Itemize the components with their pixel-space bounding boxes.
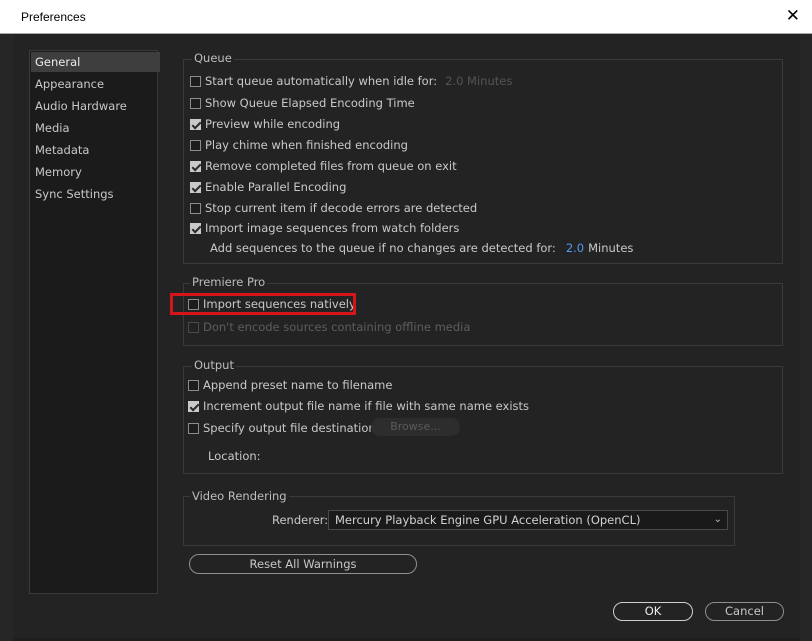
sidebar-item-memory[interactable]: Memory <box>31 162 160 182</box>
output-option-increment[interactable]: Increment output file name if file with … <box>188 397 529 415</box>
highlight-box <box>170 293 356 315</box>
queue-group-label: Queue <box>192 51 234 65</box>
browse-button[interactable]: Browse... <box>371 418 460 436</box>
sidebar-item-general[interactable]: General <box>31 52 160 72</box>
queue-option-stop-on-errors[interactable]: Stop current item if decode errors are d… <box>190 199 477 217</box>
sequences-delay-value[interactable]: 2.0 <box>566 241 584 255</box>
reset-all-warnings-button[interactable]: Reset All Warnings <box>189 554 417 574</box>
queue-option-parallel[interactable]: Enable Parallel Encoding <box>190 178 346 196</box>
renderer-select[interactable]: Mercury Playback Engine GPU Acceleration… <box>328 510 728 530</box>
idle-minutes-value[interactable]: 2.0 Minutes <box>445 74 512 88</box>
checkbox[interactable] <box>190 181 201 193</box>
premiere-option-offline-media[interactable]: Don't encode sources containing offline … <box>188 318 470 336</box>
background-app-left <box>0 34 13 641</box>
window-title: Preferences <box>21 10 86 24</box>
queue-sequences-delay: Add sequences to the queue if no changes… <box>210 241 634 255</box>
sidebar-item-sync-settings[interactable]: Sync Settings <box>31 184 160 204</box>
queue-option-remove-completed[interactable]: Remove completed files from queue on exi… <box>190 157 457 175</box>
checkbox[interactable] <box>188 321 199 333</box>
queue-option-play-chime[interactable]: Play chime when finished encoding <box>190 136 408 154</box>
queue-option-show-elapsed[interactable]: Show Queue Elapsed Encoding Time <box>190 94 415 112</box>
cancel-button[interactable]: Cancel <box>705 602 784 621</box>
output-group-label: Output <box>192 358 236 372</box>
output-option-specify-destination[interactable]: Specify output file destination: <box>188 419 380 437</box>
checkbox[interactable] <box>188 400 199 412</box>
sidebar-item-media[interactable]: Media <box>31 118 160 138</box>
checkbox[interactable] <box>190 118 201 130</box>
premiere-group-label: Premiere Pro <box>190 275 268 289</box>
video-rendering-group-label: Video Rendering <box>190 489 289 503</box>
close-icon[interactable]: ✕ <box>786 6 800 26</box>
checkbox[interactable] <box>190 139 201 151</box>
sidebar-item-appearance[interactable]: Appearance <box>31 74 160 94</box>
renderer-value: Mercury Playback Engine GPU Acceleration… <box>335 513 641 527</box>
checkbox[interactable] <box>188 379 199 391</box>
checkbox[interactable] <box>190 222 201 234</box>
output-location: Location: <box>208 449 261 463</box>
checkbox[interactable] <box>190 75 201 87</box>
queue-option-start-auto[interactable]: Start queue automatically when idle for:… <box>190 72 512 90</box>
sidebar-item-audio-hardware[interactable]: Audio Hardware <box>31 96 160 116</box>
category-sidebar: General Appearance Audio Hardware Media … <box>29 50 160 594</box>
checkbox[interactable] <box>190 160 201 172</box>
chevron-down-icon: ⌄ <box>713 514 722 525</box>
queue-option-import-image-sequences[interactable]: Import image sequences from watch folder… <box>190 219 459 237</box>
renderer-label: Renderer: <box>272 513 329 527</box>
window-titlebar: Preferences ✕ <box>0 0 812 34</box>
checkbox[interactable] <box>188 422 199 434</box>
checkbox[interactable] <box>190 202 201 214</box>
queue-option-preview[interactable]: Preview while encoding <box>190 115 340 133</box>
sidebar-item-metadata[interactable]: Metadata <box>31 140 160 160</box>
ok-button[interactable]: OK <box>613 602 693 621</box>
checkbox[interactable] <box>190 97 201 109</box>
background-app-right <box>800 34 812 641</box>
output-option-append-preset[interactable]: Append preset name to filename <box>188 376 392 394</box>
